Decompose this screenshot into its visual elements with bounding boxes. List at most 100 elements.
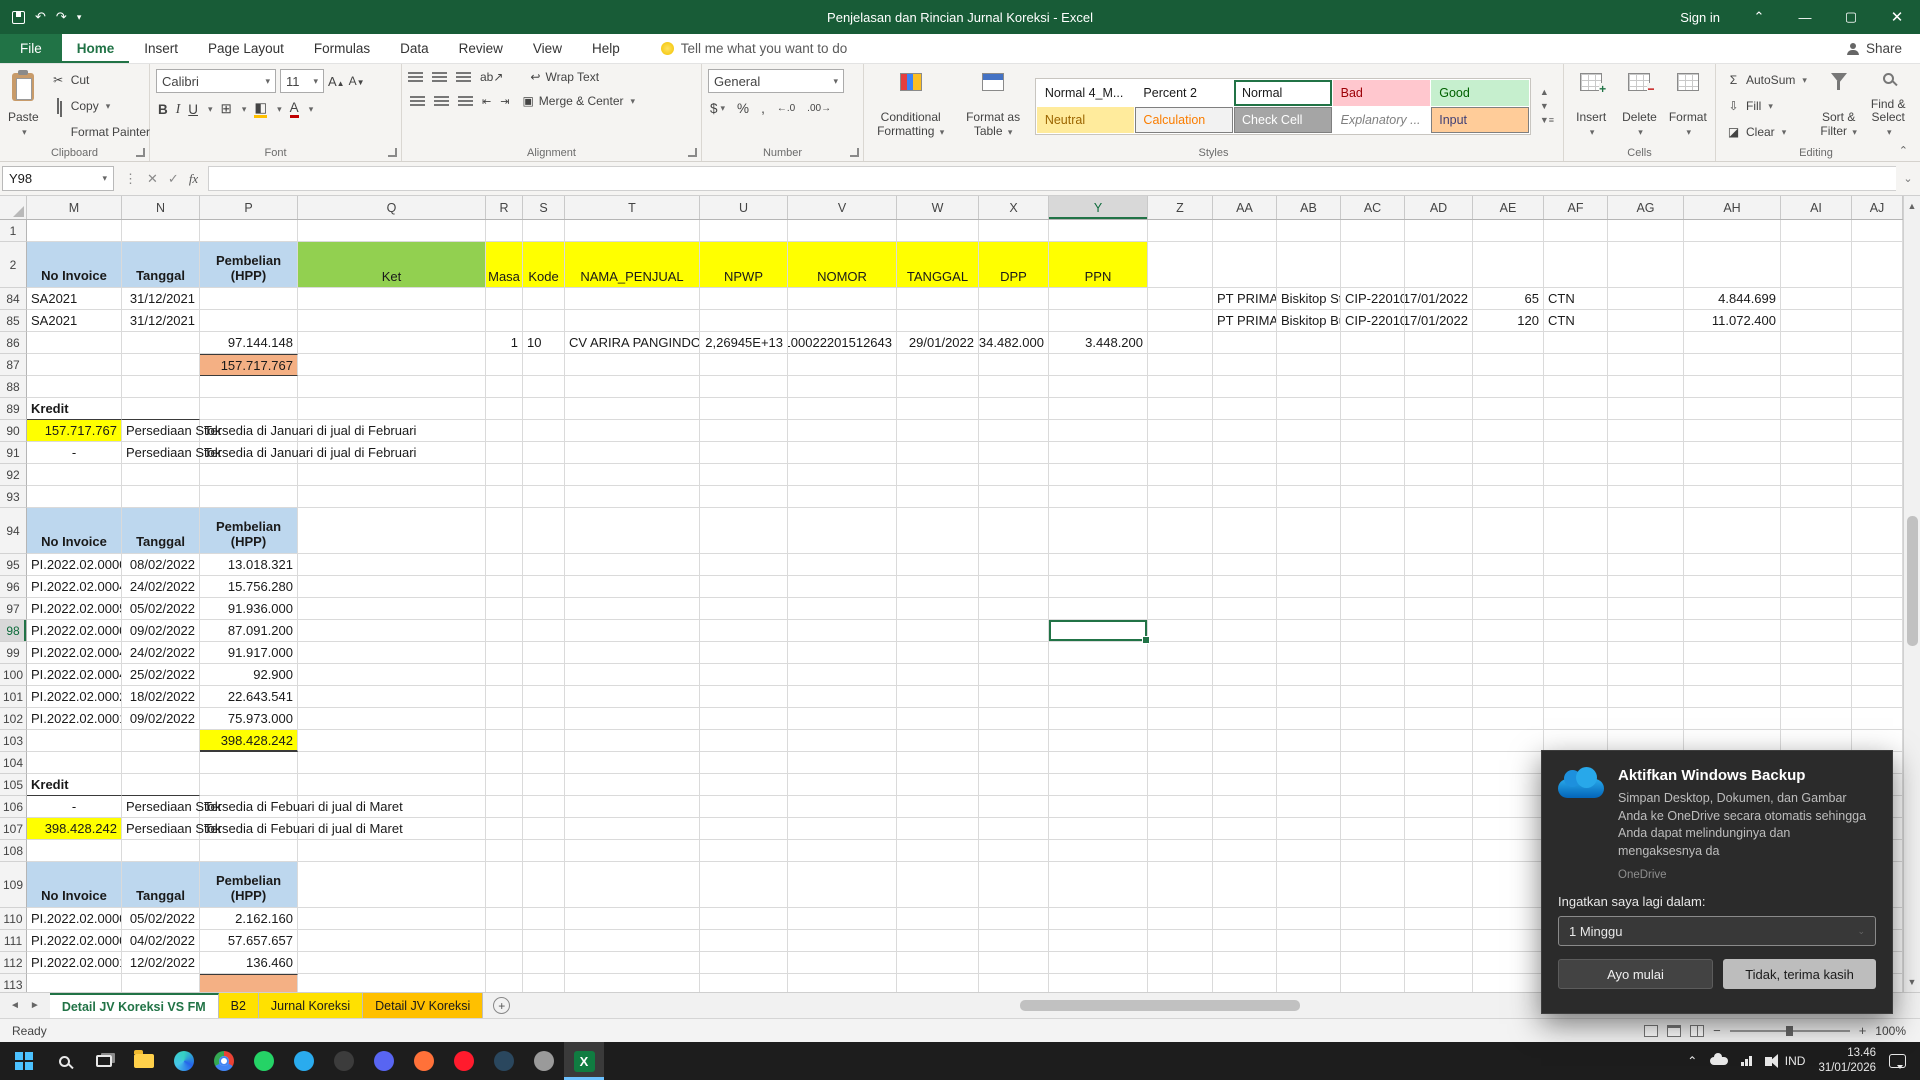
cell-W106[interactable] [897,796,979,818]
cell-R84[interactable] [486,288,523,310]
cell-AB86[interactable] [1277,332,1341,354]
cell-AF2[interactable] [1544,242,1608,288]
cell-T105[interactable] [565,774,700,796]
cell-V91[interactable] [788,442,897,464]
cell-W1[interactable] [897,220,979,242]
cell-W105[interactable] [897,774,979,796]
cell-S98[interactable] [523,620,565,642]
cell-X86[interactable]: 34.482.000 [979,332,1049,354]
zoom-slider-thumb[interactable] [1785,1025,1793,1036]
conditional-formatting-button[interactable]: Conditional Formatting ▾ [870,69,951,143]
cell-AC90[interactable] [1341,420,1405,442]
cell-AF87[interactable] [1544,354,1608,376]
cell-AD91[interactable] [1405,442,1473,464]
cell-style-calculation[interactable]: Calculation [1135,106,1234,133]
insert-function-icon[interactable]: fx [189,171,198,187]
cell-N88[interactable] [122,376,200,398]
cell-AA107[interactable] [1213,818,1277,840]
taskbar-file-explorer-icon[interactable] [124,1042,164,1080]
cell-AG86[interactable] [1608,332,1684,354]
cell-Z100[interactable] [1148,664,1213,686]
cell-X96[interactable] [979,576,1049,598]
cell-N111[interactable]: 04/02/2022 [122,930,200,952]
cell-S90[interactable] [523,420,565,442]
increase-indent-icon[interactable]: ⇥ [500,95,509,108]
cell-AD92[interactable] [1405,464,1473,486]
cell-T103[interactable] [565,730,700,752]
cell-M113[interactable] [27,974,122,992]
cell-Y85[interactable] [1049,310,1148,332]
ribbon-tab-file[interactable]: File [0,34,62,63]
row-header-104[interactable]: 104 [0,752,27,774]
cell-AD85[interactable]: 17/01/2022 [1405,310,1473,332]
cell-N84[interactable]: 31/12/2021 [122,288,200,310]
cell-AE89[interactable] [1473,398,1544,420]
cell-Q2[interactable]: Ket [298,242,486,288]
cell-Q1[interactable] [298,220,486,242]
cell-S2[interactable]: Kode [523,242,565,288]
ribbon-tab-page-layout[interactable]: Page Layout [193,34,299,63]
cell-U98[interactable] [700,620,788,642]
cell-R99[interactable] [486,642,523,664]
cell-AI94[interactable] [1781,508,1852,554]
cell-AB102[interactable] [1277,708,1341,730]
row-header-111[interactable]: 111 [0,930,27,952]
cell-Y104[interactable] [1049,752,1148,774]
zoom-in-icon[interactable]: + [1859,1023,1867,1038]
row-header-101[interactable]: 101 [0,686,27,708]
format-painter-button[interactable]: Format Painter [47,124,154,140]
cell-Q105[interactable] [298,774,486,796]
cell-AC104[interactable] [1341,752,1405,774]
dismiss-backup-button[interactable]: Tidak, terima kasih [1723,959,1876,989]
cell-W90[interactable] [897,420,979,442]
ribbon-tab-insert[interactable]: Insert [129,34,193,63]
cell-AH97[interactable] [1684,598,1781,620]
row-header-112[interactable]: 112 [0,952,27,974]
cell-X105[interactable] [979,774,1049,796]
cell-R98[interactable] [486,620,523,642]
cell-P102[interactable]: 75.973.000 [200,708,298,730]
cell-Q97[interactable] [298,598,486,620]
cell-AE102[interactable] [1473,708,1544,730]
cell-M89[interactable]: Kredit [27,398,122,420]
cell-AE96[interactable] [1473,576,1544,598]
taskbar-start-button[interactable] [4,1042,44,1080]
cell-AA89[interactable] [1213,398,1277,420]
cell-AH96[interactable] [1684,576,1781,598]
cell-S95[interactable] [523,554,565,576]
cell-AC86[interactable] [1341,332,1405,354]
row-header-86[interactable]: 86 [0,332,27,354]
cell-T101[interactable] [565,686,700,708]
cell-N87[interactable] [122,354,200,376]
taskbar-discord-icon[interactable] [364,1042,404,1080]
cell-AG2[interactable] [1608,242,1684,288]
cell-Z85[interactable] [1148,310,1213,332]
sort-filter-button[interactable]: Sort & Filter ▾ [1817,69,1861,143]
cell-AE103[interactable] [1473,730,1544,752]
cell-Q104[interactable] [298,752,486,774]
cell-AD94[interactable] [1405,508,1473,554]
cell-AC99[interactable] [1341,642,1405,664]
cell-Q108[interactable] [298,840,486,862]
collapse-ribbon-icon[interactable]: ⌃ [1899,144,1908,157]
cell-Q85[interactable] [298,310,486,332]
onedrive-tray-icon[interactable] [1710,1053,1729,1065]
column-header-ag[interactable]: AG [1608,196,1684,219]
cell-T90[interactable] [565,420,700,442]
cell-Y95[interactable] [1049,554,1148,576]
cell-AH99[interactable] [1684,642,1781,664]
cell-AJ101[interactable] [1852,686,1903,708]
cell-Z86[interactable] [1148,332,1213,354]
cell-style-explanatory[interactable]: Explanatory ... [1332,106,1431,133]
cell-P92[interactable] [200,464,298,486]
cell-R89[interactable] [486,398,523,420]
gallery-down-icon[interactable]: ▼ [1540,101,1554,111]
cell-Z95[interactable] [1148,554,1213,576]
cell-AJ88[interactable] [1852,376,1903,398]
cell-AE2[interactable] [1473,242,1544,288]
cell-V105[interactable] [788,774,897,796]
cell-AC89[interactable] [1341,398,1405,420]
cell-N96[interactable]: 24/02/2022 [122,576,200,598]
cell-AD93[interactable] [1405,486,1473,508]
cell-AE85[interactable]: 120 [1473,310,1544,332]
